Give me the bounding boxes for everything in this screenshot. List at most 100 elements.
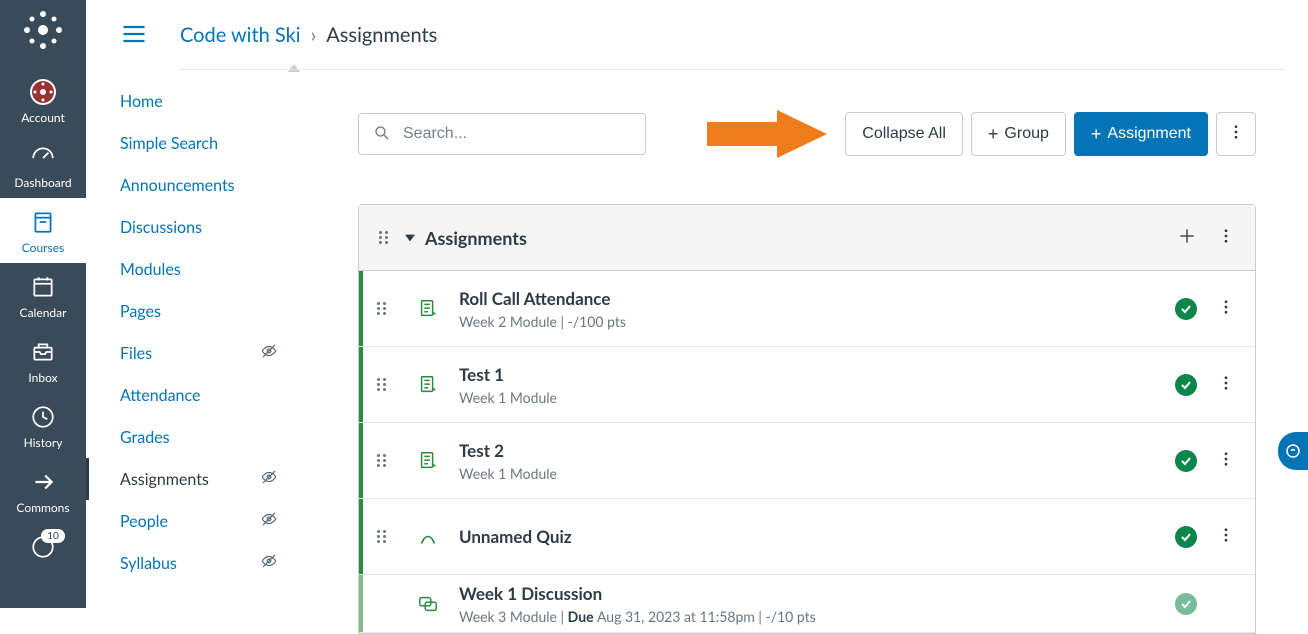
- row-options-button[interactable]: [1217, 526, 1235, 547]
- drag-handle-icon[interactable]: [377, 378, 389, 391]
- drag-handle-icon[interactable]: [377, 454, 389, 467]
- help-icon: [29, 533, 57, 561]
- canvas-logo[interactable]: [21, 8, 65, 52]
- course-nav-modules[interactable]: Modules: [86, 248, 296, 290]
- assignment-row[interactable]: Unnamed Quiz: [359, 499, 1255, 575]
- assignment-title: Test 1: [459, 364, 1175, 385]
- quiz-type-icon: [417, 526, 439, 548]
- annotation-arrow-icon: [707, 110, 827, 158]
- course-nav-pages[interactable]: Pages: [86, 290, 296, 332]
- nav-inbox[interactable]: Inbox: [0, 328, 86, 393]
- nav-courses[interactable]: Courses: [0, 198, 86, 263]
- global-nav: Account Dashboard Courses Calendar Inbox…: [0, 0, 86, 608]
- add-assignment-to-group-button[interactable]: [1177, 226, 1197, 249]
- course-nav-label: Files: [120, 344, 152, 363]
- course-nav-discussions[interactable]: Discussions: [86, 206, 296, 248]
- nav-commons[interactable]: Commons: [0, 458, 86, 523]
- course-nav-grades[interactable]: Grades: [86, 416, 296, 458]
- course-nav: Home Simple Search Announcements Discuss…: [86, 70, 296, 584]
- add-group-label: Group: [1004, 125, 1048, 143]
- meta-due-date: Aug 31, 2023 at 11:58pm: [597, 608, 755, 625]
- course-nav-attendance[interactable]: Attendance: [86, 374, 296, 416]
- course-nav-files[interactable]: Files: [86, 332, 296, 374]
- nav-dashboard-label: Dashboard: [14, 175, 71, 190]
- course-nav-label: Home: [120, 92, 163, 111]
- add-group-button[interactable]: + Group: [971, 112, 1066, 156]
- nav-calendar[interactable]: Calendar: [0, 263, 86, 328]
- course-nav-assignments[interactable]: Assignments: [86, 458, 296, 500]
- drag-handle-icon[interactable]: [377, 530, 389, 543]
- drag-handle-icon[interactable]: [377, 302, 389, 315]
- course-nav-home[interactable]: Home: [86, 80, 296, 122]
- assignment-row[interactable]: Roll Call Attendance Week 2 Module | -/1…: [359, 271, 1255, 347]
- nav-account[interactable]: Account: [0, 68, 86, 133]
- search-field-wrap[interactable]: [358, 113, 646, 155]
- assignment-meta: Week 3 Module | Due Aug 31, 2023 at 11:5…: [459, 608, 1175, 625]
- assignment-group-title: Assignments: [425, 227, 1177, 249]
- course-nav-people[interactable]: People: [86, 500, 296, 542]
- published-icon[interactable]: [1175, 593, 1197, 615]
- nav-help[interactable]: [0, 523, 86, 561]
- collapse-all-label: Collapse All: [862, 125, 946, 143]
- hidden-eye-icon: [260, 510, 278, 532]
- nav-calendar-label: Calendar: [20, 305, 67, 320]
- nav-history-label: History: [24, 435, 63, 450]
- toolbar-options-button[interactable]: [1216, 112, 1256, 156]
- course-nav-label: Announcements: [120, 176, 235, 195]
- breadcrumb-course-link[interactable]: Code with Ski: [180, 23, 301, 47]
- course-nav-simple-search[interactable]: Simple Search: [86, 122, 296, 164]
- meta-points: | -/10 pts: [755, 608, 816, 625]
- group-options-button[interactable]: [1217, 227, 1235, 248]
- course-nav-announcements[interactable]: Announcements: [86, 164, 296, 206]
- hidden-eye-icon: [260, 342, 278, 364]
- account-avatar-icon: [29, 78, 57, 106]
- assignment-title: Unnamed Quiz: [459, 526, 1175, 547]
- course-nav-label: Grades: [120, 428, 170, 447]
- course-nav-label: Syllabus: [120, 554, 177, 573]
- commons-icon: [29, 468, 57, 496]
- row-options-button[interactable]: [1217, 450, 1235, 471]
- published-icon[interactable]: [1175, 374, 1197, 396]
- history-icon: [29, 403, 57, 431]
- meta-module: Week 3 Module |: [459, 608, 568, 625]
- course-nav-label: Modules: [120, 260, 181, 279]
- assignment-title: Roll Call Attendance: [459, 288, 1175, 309]
- course-nav-label: Attendance: [120, 386, 200, 405]
- nav-dashboard[interactable]: Dashboard: [0, 133, 86, 198]
- breadcrumb-current: Assignments: [326, 23, 437, 47]
- add-assignment-button[interactable]: +Assignment: [1074, 112, 1208, 156]
- search-input[interactable]: [403, 125, 631, 143]
- collapse-all-button[interactable]: Collapse All: [845, 112, 963, 156]
- assignment-row[interactable]: Test 2 Week 1 Module: [359, 423, 1255, 499]
- help-bubble-button[interactable]: [1278, 432, 1308, 470]
- main-content: Collapse All + Group +Assignment Assignme…: [296, 70, 1280, 634]
- assignment-meta: Week 2 Module | -/100 pts: [459, 313, 1175, 330]
- plus-icon: +: [988, 124, 999, 145]
- breadcrumb: Code with Ski › Assignments: [180, 0, 1284, 70]
- course-nav-label: People: [120, 512, 168, 531]
- assignment-row[interactable]: Test 1 Week 1 Module: [359, 347, 1255, 423]
- collapse-toggle-button[interactable]: [405, 229, 415, 246]
- published-icon[interactable]: [1175, 526, 1197, 548]
- row-options-button[interactable]: [1217, 298, 1235, 319]
- assignment-group: Assignments Roll Call Attendance Week 2 …: [358, 204, 1256, 634]
- nav-account-label: Account: [21, 110, 65, 125]
- course-nav-syllabus[interactable]: Syllabus: [86, 542, 296, 584]
- published-icon[interactable]: [1175, 298, 1197, 320]
- course-nav-label: Pages: [120, 302, 161, 321]
- nav-commons-label: Commons: [16, 500, 69, 515]
- dashboard-icon: [29, 143, 57, 171]
- hamburger-menu-button[interactable]: [120, 20, 148, 51]
- assignment-row[interactable]: Week 1 Discussion Week 3 Module | Due Au…: [359, 575, 1255, 633]
- hidden-eye-icon: [260, 468, 278, 490]
- course-nav-label: Simple Search: [120, 134, 218, 153]
- assignment-title: Week 1 Discussion: [459, 583, 1175, 604]
- assignment-type-icon: [417, 298, 439, 320]
- row-options-button[interactable]: [1217, 374, 1235, 395]
- published-icon[interactable]: [1175, 450, 1197, 472]
- nav-courses-label: Courses: [22, 240, 64, 255]
- breadcrumb-separator-icon: ›: [311, 23, 317, 47]
- courses-icon: [29, 208, 57, 236]
- nav-history[interactable]: History: [0, 393, 86, 458]
- drag-handle-icon[interactable]: [379, 231, 391, 244]
